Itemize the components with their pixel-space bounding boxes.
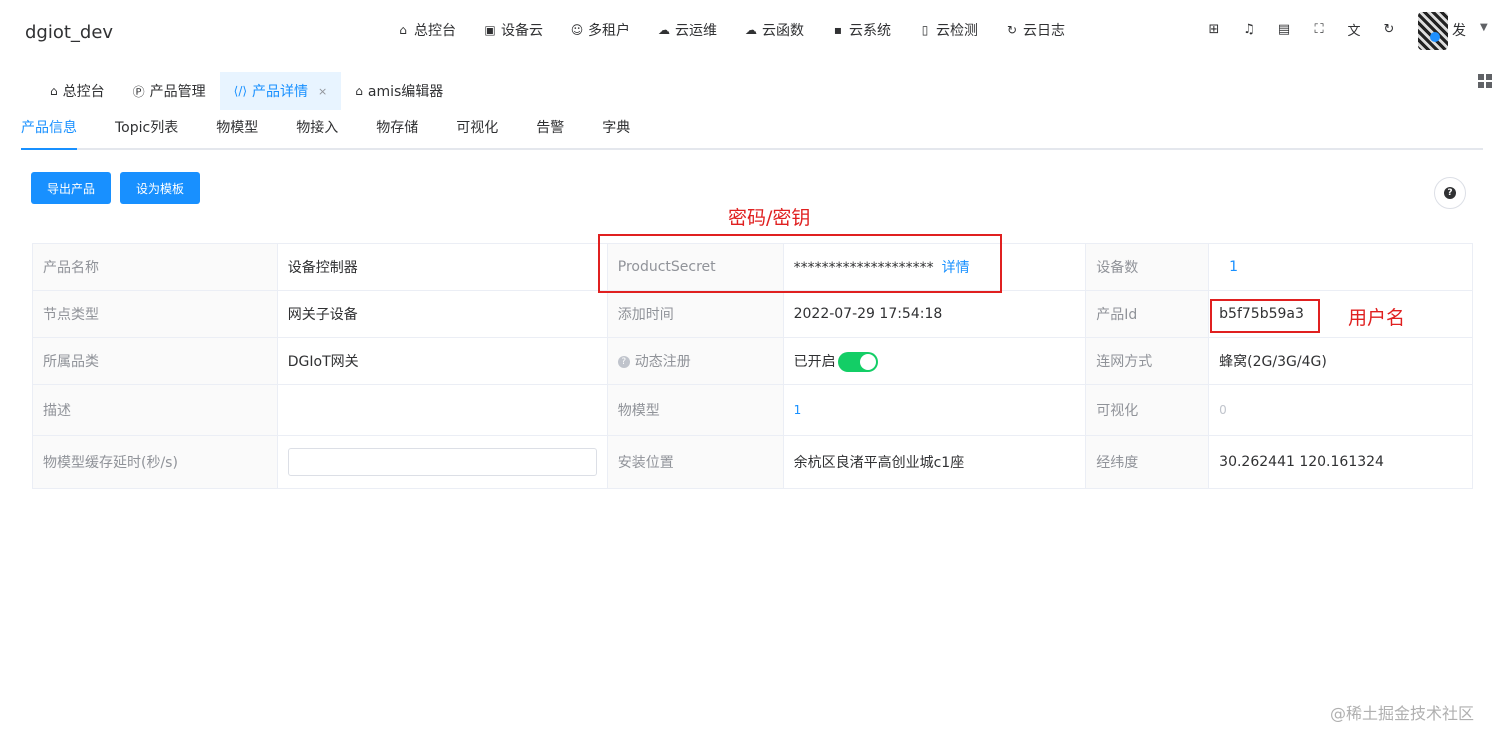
bell-icon[interactable]: ♫ xyxy=(1240,20,1258,38)
device-count-value[interactable]: 1 xyxy=(1229,259,1238,275)
dynamic-reg-value: 已开启 xyxy=(793,353,836,370)
tab-thing-storage[interactable]: 物存储 xyxy=(376,112,418,148)
nav-item-functions[interactable]: ☁ 云函数 xyxy=(744,20,804,40)
table-row: 物模型缓存延时(秒/s) 安装位置 余杭区良渚平高创业城c1座 经纬度 30.2… xyxy=(32,435,1473,489)
added-time-label: 添加时间 xyxy=(606,290,784,338)
tab-dictionary[interactable]: 字典 xyxy=(602,112,630,148)
visited-tab-product-management[interactable]: Ⓟ 产品管理 xyxy=(119,72,220,110)
thing-model-cell: 1 xyxy=(782,384,1087,436)
nav-item-dashboard[interactable]: ⌂ 总控台 xyxy=(396,20,456,40)
log-icon: ↻ xyxy=(1006,23,1018,37)
latlng-label: 经纬度 xyxy=(1085,435,1210,489)
nav-item-tenants[interactable]: ☺ 多租户 xyxy=(570,20,630,40)
network-value: 蜂窝(2G/3G/4G) xyxy=(1208,337,1473,385)
device-count-cell: 1 xyxy=(1208,243,1473,291)
ops-cloud-icon: ☁ xyxy=(658,23,670,37)
dynamic-reg-label: 动态注册 xyxy=(634,354,691,370)
dynamic-reg-label-cell: ? 动态注册 xyxy=(606,337,784,385)
app-title: dgiot_dev xyxy=(25,22,114,43)
visited-tab-product-detail[interactable]: ⟨/⟩ 产品详情 × xyxy=(219,72,342,110)
question-icon[interactable]: ? xyxy=(617,356,630,368)
home-icon: ⌂ xyxy=(355,84,363,98)
thing-model-value[interactable]: 1 xyxy=(794,403,802,417)
tab-thing-model[interactable]: 物模型 xyxy=(216,112,258,148)
tab-alarm[interactable]: 告警 xyxy=(536,112,564,148)
system-cloud-icon: ▪ xyxy=(833,23,843,37)
toolbar: ⊞ ♫ ▤ ⛶ 文 ↻ xyxy=(1205,20,1415,39)
chevron-down-icon[interactable]: ▼ xyxy=(1480,22,1488,33)
close-icon[interactable]: × xyxy=(318,85,327,98)
secret-annotation-box xyxy=(598,234,1002,293)
visualization-cell: 0 xyxy=(1208,384,1473,436)
tab-thing-access[interactable]: 物接入 xyxy=(296,112,338,148)
code-icon: ⟨/⟩ xyxy=(233,84,248,98)
visited-tabs: ⌂ 总控台 Ⓟ 产品管理 ⟨/⟩ 产品详情 × ⌂ amis编辑器 xyxy=(36,72,457,110)
table-row: 描述 物模型 1 可视化 0 xyxy=(32,384,1473,436)
avatar[interactable] xyxy=(1418,12,1448,50)
dynamic-reg-toggle[interactable] xyxy=(837,351,878,372)
location-value[interactable]: 余杭区良渚平高创业城c1座 xyxy=(782,435,1087,489)
tab-topic-list[interactable]: Topic列表 xyxy=(115,112,178,148)
home-icon: ⌂ xyxy=(399,23,407,37)
tenants-icon: ☺ xyxy=(570,23,584,37)
network-label: 连网方式 xyxy=(1085,337,1210,385)
product-icon: Ⓟ xyxy=(132,84,145,99)
watermark: @稀土掘金技术社区 xyxy=(1330,704,1475,723)
user-name[interactable]: 发 xyxy=(1452,20,1466,40)
id-annotation-box xyxy=(1210,299,1320,333)
id-annotation-text: 用户名 xyxy=(1348,307,1406,329)
translate-icon[interactable]: 文 xyxy=(1345,20,1363,39)
top-bar: dgiot_dev ⌂ 总控台 ▣ 设备云 ☺ 多租户 ☁ 云运维 ☁ 云函数 ▪ 云系统 … xyxy=(0,0,1512,62)
cache-delay-cell xyxy=(276,435,608,489)
cache-delay-label: 物模型缓存延时(秒/s) xyxy=(32,435,278,489)
main-nav: ⌂ 总控台 ▣ 设备云 ☺ 多租户 ☁ 云运维 ☁ 云函数 ▪ 云系统 ▯ 云检测 ↻ 云日志 xyxy=(396,20,1092,40)
set-template-button[interactable]: 设为模板 xyxy=(120,172,201,204)
document-icon[interactable]: ▤ xyxy=(1275,20,1293,38)
product-id-label: 产品Id xyxy=(1085,290,1210,338)
tab-visualization[interactable]: 可视化 xyxy=(456,112,498,148)
node-type-label: 节点类型 xyxy=(32,290,278,338)
refresh-icon[interactable]: ↻ xyxy=(1380,20,1398,38)
device-cloud-icon: ▣ xyxy=(484,23,496,37)
nav-item-ops[interactable]: ☁ 云运维 xyxy=(657,20,717,40)
nav-item-device-cloud[interactable]: ▣ 设备云 xyxy=(483,20,543,40)
visualization-label: 可视化 xyxy=(1085,384,1210,436)
export-product-button[interactable]: 导出产品 xyxy=(31,172,112,204)
thing-model-label: 物模型 xyxy=(606,384,784,436)
home-icon: ⌂ xyxy=(50,84,58,98)
latlng-value: 30.262441 120.161324 xyxy=(1208,435,1473,489)
category-label: 所属品类 xyxy=(32,337,278,385)
product-name-value: 设备控制器 xyxy=(276,243,608,291)
added-time-value: 2022-07-29 17:54:18 xyxy=(782,290,1087,338)
visited-tab-amis-editor[interactable]: ⌂ amis编辑器 xyxy=(341,72,457,110)
tree-icon[interactable]: ⊞ xyxy=(1205,20,1223,38)
table-row: 所属品类 DGIoT网关 ? 动态注册 已开启 连网方式 蜂窝(2G/3G/4G) xyxy=(32,337,1473,385)
grid-icon[interactable] xyxy=(1478,74,1492,88)
help-button[interactable]: ? xyxy=(1434,177,1466,209)
nav-item-logs[interactable]: ↻ 云日志 xyxy=(1005,20,1065,40)
nav-item-system[interactable]: ▪ 云系统 xyxy=(831,20,891,40)
product-name-label: 产品名称 xyxy=(32,243,278,291)
test-tube-icon: ▯ xyxy=(921,23,929,37)
visited-tab-dashboard[interactable]: ⌂ 总控台 xyxy=(36,72,119,110)
function-cloud-icon: ☁ xyxy=(745,23,757,37)
category-value: DGIoT网关 xyxy=(276,337,608,385)
tab-product-info[interactable]: 产品信息 xyxy=(21,112,77,150)
node-type-value: 网关子设备 xyxy=(276,290,608,338)
visualization-value: 0 xyxy=(1219,403,1227,417)
nav-item-testing[interactable]: ▯ 云检测 xyxy=(918,20,978,40)
detail-tabs: 产品信息 Topic列表 物模型 物接入 物存储 可视化 告警 字典 xyxy=(21,112,1483,150)
cache-delay-input[interactable] xyxy=(287,448,597,476)
description-label: 描述 xyxy=(32,384,278,436)
fullscreen-icon[interactable]: ⛶ xyxy=(1310,20,1328,38)
question-icon: ? xyxy=(1444,187,1456,199)
dynamic-reg-cell: 已开启 xyxy=(782,337,1087,385)
secret-annotation-text: 密码/密钥 xyxy=(728,207,811,229)
device-count-label: 设备数 xyxy=(1085,243,1210,291)
location-label: 安装位置 xyxy=(606,435,784,489)
description-value xyxy=(276,384,608,436)
